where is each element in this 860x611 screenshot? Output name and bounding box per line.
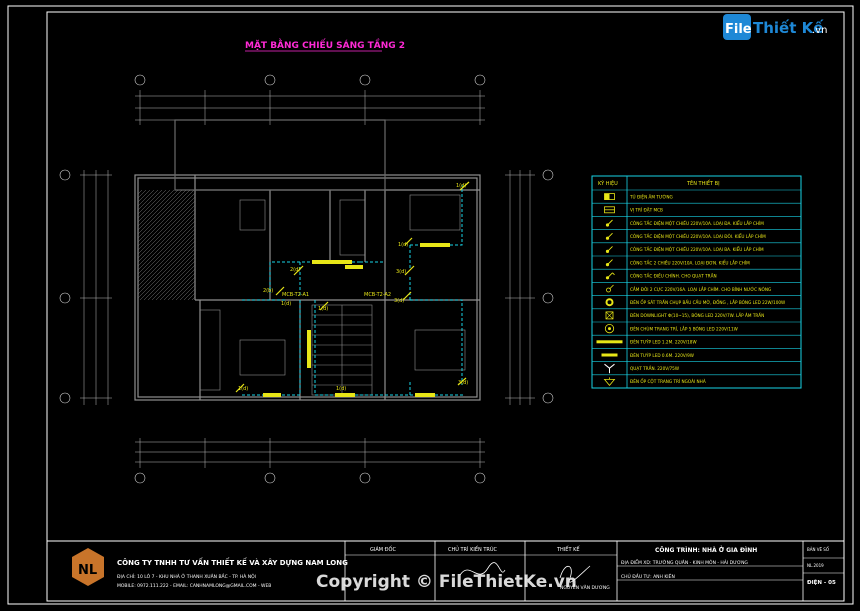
grid-axis-markers [59,74,554,484]
legend-row-label: TỦ ĐIỆN ÂM TƯỜNG [629,194,673,199]
socket-icon [606,284,614,293]
legend-frame [591,175,802,389]
tube-led-3 [307,330,311,368]
company-name: CÔNG TY TNHH TƯ VẤN THIẾT KẾ VÀ XÂY DỰNG… [117,557,348,567]
legend-row-label: ĐÈN TUÝP LED 0.6M. 220V/9W [630,353,694,358]
chandelier-icon [604,323,615,334]
tube-led-7 [345,265,363,269]
legend-header-symbol: KÝ HIỆU [598,179,618,187]
tube-led-icon [596,340,623,344]
sheet-code-label: BẢN VẼ SỐ [807,547,829,552]
legend-row-label: VỊ TRÍ ĐẶT MCB [630,208,663,213]
sheet-inner-border [46,11,845,602]
panel-icon [604,193,615,201]
company-address: ĐỊA CHỈ: 10 LÔ 7 - KHU NHÀ Ở THANH XUÂN … [117,572,256,580]
legend-row-label: CÔNG TẮC ĐIỆN MỘT CHIỀU 220V/10A. LOẠI Đ… [630,234,766,239]
sheet-number: ĐIỆN - 05 [807,578,836,586]
legend-row-label: ĐÈN DOWNLIGHT Φ(10~15), BÓNG LED 220V/7W… [630,313,764,318]
balcony-hatch [138,190,195,300]
mcb-icon [604,206,615,214]
filethietke-logo: File Thiết Kế .vn [723,14,827,40]
legend-row-label: CÔNG TẮC 2 CHIỀU 220V/10A. LOẠI ĐƠN. KIỂ… [630,260,750,265]
company-logo: NL [72,548,104,586]
tube-led-5 [415,393,435,397]
designer-header: THIẾT KẾ [556,545,580,553]
downlight-icon [605,311,614,320]
drawing-title: MẶT BẰNG CHIẾU SÁNG TẦNG 2 [245,38,405,51]
company-contact: MOBILE: 0972.111.222 - EMAIL: CANHNAMLON… [117,583,271,589]
plan-annotations: 1(d) 1(d) 3(d) 2(d) 2(b) 1(d) 3(d) MCB-T… [238,183,468,392]
annot-a13: 1(d) [336,386,346,392]
sheet-scale: NL.2019 [807,563,824,568]
annot-a7: 3(d) [394,298,404,304]
legend-row-label: CÔNG TẮC ĐIỆN MỘT CHIỀU 220V/10A. LOẠI Đ… [630,221,764,226]
legend-row-label: ĐÈN TUÝP LED 1.2M. 220V/18W [630,340,697,345]
furniture [199,194,466,391]
annot-a1: 1(d) [456,183,466,189]
annot-a8: MCB-T2-A1 [282,292,309,298]
project-location: ĐỊA ĐIỂM XD: TRƯỜNG QUÂN - KINH MÔN - HẢ… [621,558,748,566]
annot-a11: 1(d) [238,386,248,392]
tube-led-4 [335,393,355,397]
legend-row-label: ĐÈN ỐP CỘT TRANG TRÍ NGOÀI NHÀ [630,379,706,384]
title-block: NL CÔNG TY TNHH TƯ VẤN THIẾT KẾ VÀ XÂY D… [46,540,845,602]
ceiling-light-icon [605,298,614,307]
legend-header-name: TÊN THIẾT BỊ [686,179,720,187]
logo-left-text: File [725,22,752,37]
legend-row-label: ĐÈN CHÙM TRANG TRÍ, LẮP 5 BÓNG LED 220V/… [630,326,738,331]
annot-a2: 1(d) [398,242,408,248]
switches [235,181,470,393]
wiring-runs [240,185,465,396]
staircase [311,304,373,396]
legend-table: KÝ HIỆU TÊN THIẾT BỊ TỦ ĐIỆN ÂM TƯỜNG VỊ TR… [591,175,802,389]
tube-led-short-icon [601,353,618,357]
cad-drawing-canvas: File Thiết Kế .vn MẶT BẰNG CHIẾU SÁNG TẦ… [7,5,854,605]
annot-a3: 3(d) [396,269,406,275]
legend-row-label: CÔNG TẮC ĐIỀU CHỈNH. CHO QUẠT TRẦN [630,274,717,279]
ceiling-fan-icon [604,363,615,374]
annot-a12: 1(d) [318,306,328,312]
project-header: CÔNG TRÌNH: NHÀ Ở GIA ĐÌNH [655,546,757,554]
switch-icon [605,259,613,267]
owner: CHỦ ĐẦU TƯ: ANH KIÊN [621,572,675,580]
legend-row-label: CẮM ĐÔI 2 CỰC 220V/16A. LOẠI LẮP CHÌM. C… [630,287,771,292]
switch-icon [605,246,613,253]
legend-row-label: QUẠT TRẦN. 220V/75W [630,366,679,371]
wall-lamp-icon [603,377,616,387]
fan-switch-icon [605,272,615,280]
director-header: GIÁM ĐỐC [370,545,396,553]
annot-a10: 3(d) [458,380,468,386]
architect-header: CHỦ TRÌ KIẾN TRÚC [448,545,498,553]
annot-a6: 1(d) [281,301,291,307]
copyright-watermark: Copyright © FileThietKe.vn [316,572,577,592]
tube-led-2 [420,243,450,247]
switch-icon [605,219,613,227]
tube-led-1 [312,260,352,264]
switch-icon [605,232,613,240]
annot-a4: 2(d) [290,267,300,273]
tube-led-6 [263,393,281,397]
logo-suffix-text: .vn [812,25,827,36]
annot-a9: MCB-T2-A2 [364,292,391,298]
legend-row-label: CÔNG TẮC ĐIỆN MỘT CHIỀU 220V/10A. LOẠI B… [630,247,764,252]
legend-row-label: ĐÈN ỐP SÁT TRẦN CHỤP BẦU CẦU MỜ, ĐỒNG , … [630,300,785,305]
svg-text:NL: NL [78,563,97,578]
annot-a5: 2(b) [263,288,273,294]
